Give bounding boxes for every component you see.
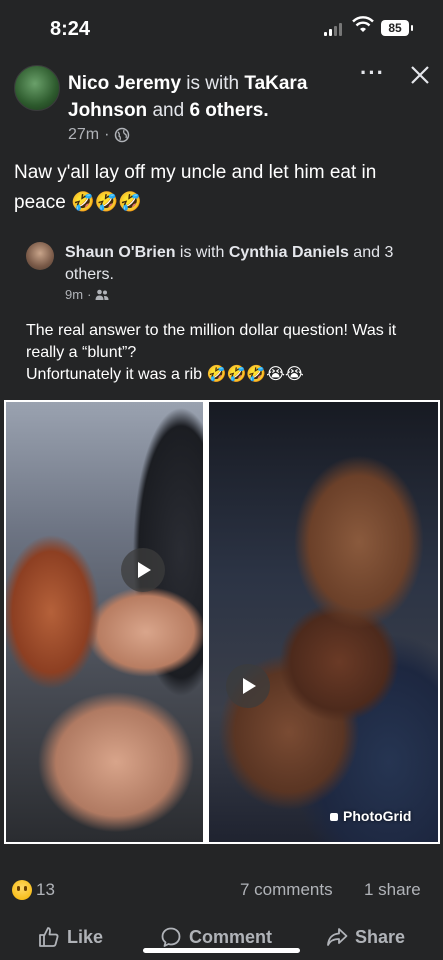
reaction-count[interactable]: 13 bbox=[36, 880, 55, 900]
shared-post-time[interactable]: 9m bbox=[65, 287, 83, 302]
shared-post-text: The real answer to the million dollar qu… bbox=[26, 322, 397, 383]
close-icon[interactable] bbox=[408, 63, 432, 87]
status-bar: 8:24 85 bbox=[0, 0, 443, 56]
share-count[interactable]: 1 share bbox=[364, 880, 421, 900]
signal-icon bbox=[324, 22, 344, 36]
globe-icon bbox=[115, 127, 130, 143]
post-text: Naw y'all lay off my uncle and let him e… bbox=[14, 162, 377, 213]
photo-grid[interactable] bbox=[4, 400, 440, 844]
battery-icon: 85 bbox=[381, 20, 413, 36]
share-button[interactable]: Share bbox=[326, 926, 405, 948]
like-button[interactable]: Like bbox=[38, 926, 103, 948]
friends-icon bbox=[95, 289, 109, 300]
author-name[interactable]: Nico Jeremy bbox=[68, 73, 181, 94]
share-icon bbox=[327, 928, 348, 946]
more-icon[interactable]: ··· bbox=[360, 60, 384, 85]
comment-icon bbox=[161, 927, 181, 947]
tagged-others[interactable]: 6 others. bbox=[189, 100, 268, 121]
play-icon[interactable] bbox=[226, 664, 270, 708]
photogrid-watermark: PhotoGrid bbox=[330, 808, 411, 824]
engagement-row: 13 7 comments 1 share bbox=[0, 870, 443, 910]
video-thumbnail-right[interactable] bbox=[209, 402, 438, 842]
haha-reaction-icon[interactable] bbox=[12, 880, 32, 900]
shared-author-avatar[interactable] bbox=[26, 242, 54, 270]
play-icon[interactable] bbox=[121, 548, 165, 592]
shared-post-meta: 9m · bbox=[65, 287, 109, 302]
author-avatar[interactable] bbox=[14, 65, 60, 111]
shared-post[interactable]: Shaun O'Brien is with Cynthia Daniels an… bbox=[12, 228, 432, 396]
post-time[interactable]: 27m bbox=[68, 126, 99, 144]
comments-count[interactable]: 7 comments bbox=[240, 880, 333, 900]
comment-button[interactable]: Comment bbox=[160, 926, 272, 948]
status-time: 8:24 bbox=[50, 18, 91, 40]
home-indicator[interactable] bbox=[143, 948, 300, 953]
shared-author-name[interactable]: Shaun O'Brien bbox=[65, 244, 175, 261]
wifi-icon bbox=[352, 16, 374, 32]
video-thumbnail-left[interactable] bbox=[6, 402, 203, 842]
post-meta: 27m · bbox=[68, 126, 130, 144]
shared-post-header: Shaun O'Brien is with Cynthia Daniels an… bbox=[65, 244, 394, 283]
thumbs-up-icon bbox=[39, 927, 59, 947]
shared-tagged-name[interactable]: Cynthia Daniels bbox=[229, 244, 349, 261]
post-header: Nico Jeremy is with TaKara Johnson and 6… bbox=[68, 73, 308, 121]
